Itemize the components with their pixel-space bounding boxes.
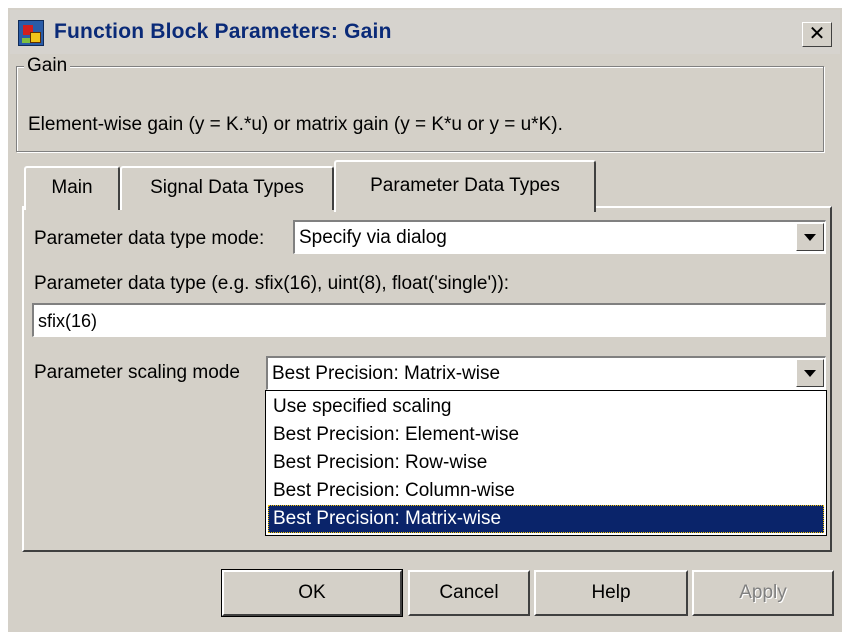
- type-label: Parameter data type (e.g. sfix(16), uint…: [34, 273, 510, 294]
- tab-parameter-data-types[interactable]: Parameter Data Types: [334, 160, 596, 212]
- scaling-dropdown-button[interactable]: [796, 359, 824, 387]
- close-icon: ✕: [808, 23, 826, 45]
- dropdown-option[interactable]: Best Precision: Element-wise: [268, 421, 824, 449]
- mode-dropdown-button[interactable]: [796, 223, 824, 251]
- data-type-value: sfix(16): [38, 311, 98, 331]
- chevron-down-icon: [804, 370, 816, 377]
- scaling-dropdown-list: Use specified scaling Best Precision: El…: [265, 390, 827, 536]
- gain-groupbox: [16, 66, 824, 152]
- apply-button[interactable]: Apply: [692, 570, 834, 616]
- mode-label: Parameter data type mode:: [34, 228, 265, 249]
- title-bar[interactable]: Function Block Parameters: Gain ✕: [10, 10, 840, 54]
- tab-main[interactable]: Main: [24, 166, 120, 210]
- group-description: Element-wise gain (y = K.*u) or matrix g…: [28, 114, 563, 135]
- dropdown-option[interactable]: Best Precision: Column-wise: [268, 477, 824, 505]
- dropdown-option[interactable]: Use specified scaling: [268, 393, 824, 421]
- window-title: Function Block Parameters: Gain: [54, 20, 392, 43]
- data-type-input[interactable]: sfix(16): [32, 303, 826, 337]
- help-button[interactable]: Help: [534, 570, 688, 616]
- mode-select-value: Specify via dialog: [299, 227, 447, 248]
- scaling-select-value: Best Precision: Matrix-wise: [272, 363, 501, 384]
- ok-button[interactable]: OK: [221, 569, 403, 617]
- mode-select[interactable]: Specify via dialog: [293, 220, 826, 254]
- dropdown-option-selected[interactable]: Best Precision: Matrix-wise: [268, 505, 824, 533]
- tab-signal-data-types[interactable]: Signal Data Types: [120, 166, 334, 210]
- dropdown-option[interactable]: Best Precision: Row-wise: [268, 449, 824, 477]
- close-button[interactable]: ✕: [802, 22, 832, 47]
- scaling-select[interactable]: Best Precision: Matrix-wise: [266, 356, 826, 390]
- chevron-down-icon: [804, 234, 816, 241]
- simulink-app-icon: [18, 20, 44, 46]
- group-title: Gain: [24, 55, 71, 77]
- cancel-button[interactable]: Cancel: [408, 570, 530, 616]
- scaling-label: Parameter scaling mode: [34, 362, 240, 383]
